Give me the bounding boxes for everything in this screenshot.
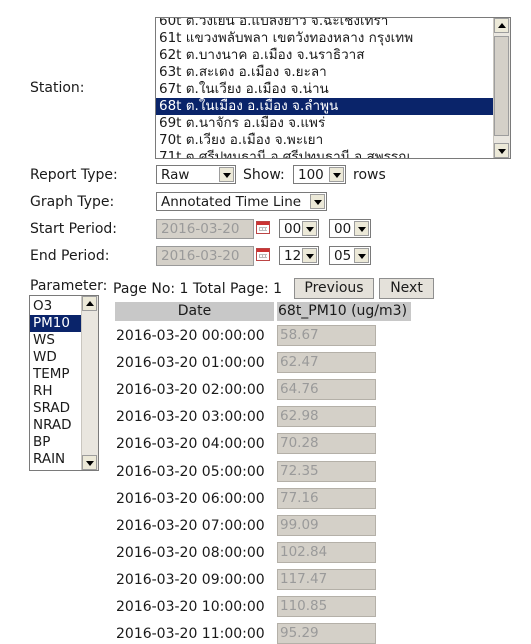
show-label: Show: xyxy=(243,167,285,183)
parameter-option[interactable]: RH xyxy=(30,383,81,400)
row-value[interactable]: 95.29 xyxy=(277,623,376,644)
graph-type-value: Annotated Time Line xyxy=(161,194,302,210)
parameter-option[interactable]: TEMP xyxy=(30,366,81,383)
chevron-down-icon[interactable] xyxy=(354,248,369,263)
show-rows-select[interactable]: 100 xyxy=(293,165,346,184)
scroll-up-icon[interactable] xyxy=(82,296,97,311)
row-date: 2016-03-20 03:00:00 xyxy=(116,409,265,425)
scroll-up-icon[interactable] xyxy=(494,18,509,33)
station-option[interactable]: 67t ต.ในเวียง อ.เมือง จ.น่าน xyxy=(156,81,493,98)
row-date: 2016-03-20 11:00:00 xyxy=(116,626,265,642)
row-date: 2016-03-20 10:00:00 xyxy=(116,599,265,615)
row-date: 2016-03-20 01:00:00 xyxy=(116,355,265,371)
parameter-option[interactable]: WD xyxy=(30,349,81,366)
row-date: 2016-03-20 09:00:00 xyxy=(116,572,265,588)
station-scrollbar[interactable] xyxy=(493,18,510,158)
parameter-option[interactable]: BP xyxy=(30,434,81,451)
parameter-option[interactable]: WS xyxy=(30,332,81,349)
column-header-value: 68t_PM10 (ug/m3) xyxy=(277,302,411,321)
calendar-icon[interactable] xyxy=(256,221,270,234)
station-items: 60t ต.วังเยน อ.แปลงยาว จ.ฉะเชิงเทรา 61t แ… xyxy=(156,18,493,158)
row-value[interactable]: 62.98 xyxy=(277,406,376,427)
chevron-down-icon[interactable] xyxy=(219,167,234,182)
row-value[interactable]: 110.85 xyxy=(277,596,376,617)
row-date: 2016-03-20 08:00:00 xyxy=(116,545,265,561)
station-option[interactable]: 71t ต.ศรีปทุมธานี อ.ศรีปทุมธานี จ.สุพรรณ xyxy=(156,149,493,158)
station-label: Station: xyxy=(30,80,85,96)
row-value[interactable]: 58.67 xyxy=(277,325,376,346)
row-value[interactable]: 99.09 xyxy=(277,515,376,536)
station-option[interactable]: 63t ต.สะเตง อ.เมือง จ.ยะลา xyxy=(156,64,493,81)
parameter-option[interactable]: NRAD xyxy=(30,417,81,434)
end-period-label: End Period: xyxy=(30,248,110,264)
chevron-down-icon[interactable] xyxy=(329,167,344,182)
row-value[interactable]: 70.28 xyxy=(277,433,376,454)
station-option[interactable]: 69t ต.นาจักร อ.เมือง จ.แพร่ xyxy=(156,115,493,132)
start-minute-value: 00 xyxy=(334,221,352,237)
parameter-option[interactable]: PM10 xyxy=(30,315,81,332)
graph-type-select[interactable]: Annotated Time Line xyxy=(156,192,327,211)
row-date: 2016-03-20 04:00:00 xyxy=(116,436,265,452)
start-date-input[interactable]: 2016-03-20 xyxy=(156,219,254,239)
page-info: Page No: 1 Total Page: 1 xyxy=(113,281,283,297)
chevron-down-icon[interactable] xyxy=(310,194,325,209)
parameter-listbox[interactable]: O3 PM10 WS WD TEMP RH SRAD NRAD BP RAIN xyxy=(29,295,99,471)
report-type-select[interactable]: Raw xyxy=(156,165,236,184)
parameter-scrollbar[interactable] xyxy=(81,296,98,470)
scroll-down-icon[interactable] xyxy=(494,143,509,158)
station-listbox[interactable]: 60t ต.วังเยน อ.แปลงยาว จ.ฉะเชิงเทรา 61t แ… xyxy=(155,17,511,159)
report-type-value: Raw xyxy=(161,167,190,183)
parameter-option[interactable]: SRAD xyxy=(30,400,81,417)
row-value[interactable]: 62.47 xyxy=(277,352,376,373)
start-period-label: Start Period: xyxy=(30,221,118,237)
station-option[interactable]: 61t แขวงพลับพลา เขตวังทองหลาง กรุงเทพ xyxy=(156,30,493,47)
report-type-label: Report Type: xyxy=(30,167,118,183)
station-option[interactable]: 70t ต.เวียง อ.เมือง จ.พะเยา xyxy=(156,132,493,149)
chevron-down-icon[interactable] xyxy=(354,221,369,236)
scroll-down-icon[interactable] xyxy=(82,455,97,470)
station-option[interactable]: 62t ต.บางนาค อ.เมือง จ.นราธิวาส xyxy=(156,47,493,64)
row-value[interactable]: 64.76 xyxy=(277,379,376,400)
row-date: 2016-03-20 06:00:00 xyxy=(116,491,265,507)
graph-type-label: Graph Type: xyxy=(30,194,115,210)
chevron-down-icon[interactable] xyxy=(302,248,317,263)
chevron-down-icon[interactable] xyxy=(302,221,317,236)
start-minute-select[interactable]: 00 xyxy=(329,219,371,238)
start-hour-value: 00 xyxy=(284,221,302,237)
end-date-input[interactable]: 2016-03-20 xyxy=(156,246,254,266)
row-date: 2016-03-20 07:00:00 xyxy=(116,518,265,534)
end-minute-value: 05 xyxy=(334,248,352,264)
end-hour-select[interactable]: 12 xyxy=(279,246,319,265)
scroll-thumb[interactable] xyxy=(494,36,509,136)
parameter-items: O3 PM10 WS WD TEMP RH SRAD NRAD BP RAIN xyxy=(30,298,81,468)
row-value[interactable]: 117.47 xyxy=(277,569,376,590)
row-value[interactable]: 72.35 xyxy=(277,461,376,482)
station-option[interactable]: 60t ต.วังเยน อ.แปลงยาว จ.ฉะเชิงเทรา xyxy=(156,18,493,30)
start-hour-select[interactable]: 00 xyxy=(279,219,319,238)
row-value[interactable]: 77.16 xyxy=(277,488,376,509)
row-date: 2016-03-20 02:00:00 xyxy=(116,382,265,398)
end-minute-select[interactable]: 05 xyxy=(329,246,371,265)
calendar-icon[interactable] xyxy=(256,248,270,261)
column-header-date: Date xyxy=(115,302,274,321)
previous-button[interactable]: Previous xyxy=(294,278,374,299)
next-button[interactable]: Next xyxy=(379,278,434,299)
station-option[interactable]: 68t ต.ในเมือง อ.เมือง จ.ลำพูน xyxy=(156,98,493,115)
parameter-option[interactable]: O3 xyxy=(30,298,81,315)
end-hour-value: 12 xyxy=(284,248,302,264)
scroll-track[interactable] xyxy=(82,366,97,452)
show-rows-value: 100 xyxy=(298,167,324,183)
parameter-option[interactable]: RAIN xyxy=(30,451,81,468)
parameter-label: Parameter: xyxy=(30,278,108,294)
row-date: 2016-03-20 00:00:00 xyxy=(116,328,265,344)
row-date: 2016-03-20 05:00:00 xyxy=(116,464,265,480)
rows-label: rows xyxy=(353,167,386,183)
row-value[interactable]: 102.84 xyxy=(277,542,376,563)
